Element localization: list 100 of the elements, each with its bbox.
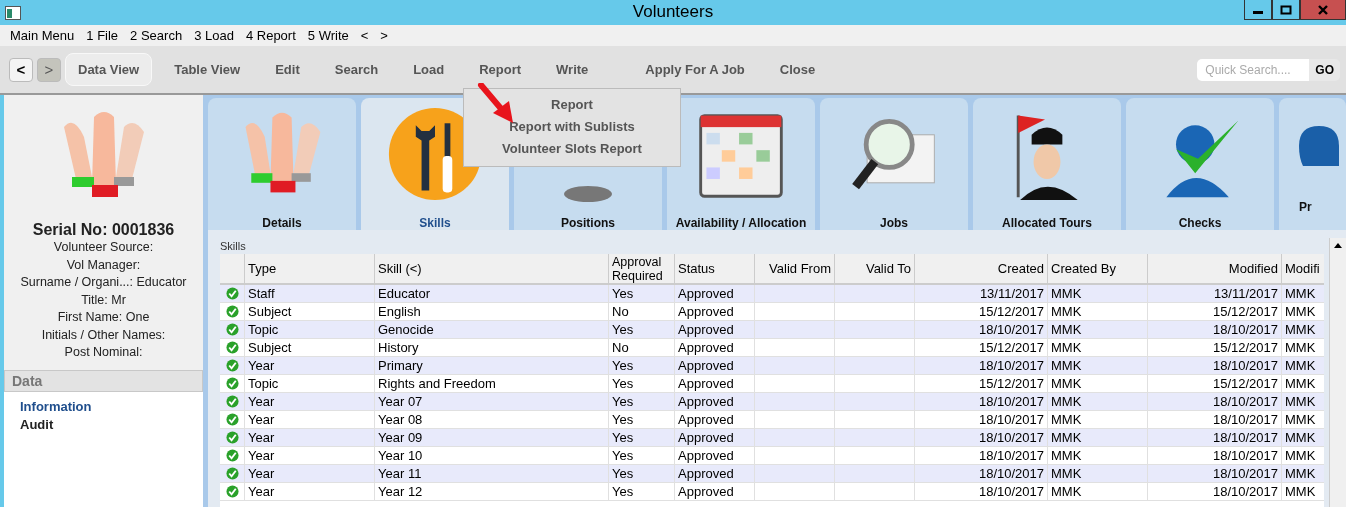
table-cell: MMK — [1285, 322, 1316, 337]
profile-field: Title: Mr — [81, 291, 126, 309]
table-cell: MMK — [1285, 358, 1316, 373]
table-cell: Approved — [678, 304, 734, 319]
table-cell: Year — [248, 412, 275, 427]
table-cell: Year 07 — [378, 394, 423, 409]
table-cell: MMK — [1285, 430, 1316, 445]
table-cell: Year 12 — [378, 484, 423, 499]
table-cell: Genocide — [378, 322, 434, 337]
table-cell: Approved — [678, 394, 734, 409]
table-cell: Year — [248, 358, 275, 373]
table-cell: MMK — [1051, 322, 1082, 337]
table-cell: 15/12/2017 — [978, 304, 1044, 319]
table-cell: Yes — [612, 466, 634, 481]
table-cell: Year 11 — [378, 466, 422, 481]
table-cell: 15/12/2017 — [1212, 304, 1278, 319]
table-cell: 15/12/2017 — [978, 376, 1044, 391]
table-cell: No — [612, 340, 629, 355]
table-cell: Year — [248, 484, 275, 499]
table-cell: Year — [248, 430, 275, 445]
table-cell: Year 10 — [378, 448, 423, 463]
table-cell: MMK — [1051, 466, 1082, 481]
table-cell: 18/10/2017 — [1212, 484, 1278, 499]
table-cell: MMK — [1051, 394, 1082, 409]
table-cell: MMK — [1285, 340, 1316, 355]
table-cell: Yes — [612, 448, 634, 463]
table-cell: No — [612, 304, 629, 319]
table-cell: 18/10/2017 — [978, 358, 1044, 373]
table-cell: Educator — [378, 286, 431, 301]
table-cell: 18/10/2017 — [1212, 412, 1278, 427]
table-cell: 18/10/2017 — [978, 484, 1044, 499]
table-cell: Approved — [678, 412, 734, 427]
table-cell: 18/10/2017 — [1212, 322, 1278, 337]
table-cell: MMK — [1051, 430, 1082, 445]
table-cell: Approved — [678, 322, 734, 337]
table-cell: Primary — [378, 358, 423, 373]
table-cell: MMK — [1285, 484, 1316, 499]
table-cell: MMK — [1285, 286, 1316, 301]
table-cell: Staff — [248, 286, 275, 301]
table-cell: Approved — [678, 466, 734, 481]
serial-number: Serial No: 0001836 — [32, 221, 175, 239]
table-cell: MMK — [1285, 394, 1316, 409]
table-cell: Rights and Freedom — [378, 376, 496, 391]
table-cell: Yes — [612, 322, 634, 337]
table-cell: MMK — [1285, 304, 1316, 319]
table-cell: Year — [248, 466, 275, 481]
table-cell: MMK — [1051, 358, 1082, 373]
table-cell: MMK — [1285, 466, 1316, 481]
table-cell: Year 09 — [378, 430, 423, 445]
table-cell: 15/12/2017 — [978, 340, 1044, 355]
table-cell: Yes — [612, 430, 634, 445]
profile-field: Volunteer Source: — [53, 239, 154, 257]
table-cell: 18/10/2017 — [1212, 394, 1278, 409]
table-cell: 18/10/2017 — [978, 412, 1044, 427]
table-cell: 13/11/2017 — [979, 286, 1044, 301]
table-cell: Topic — [248, 322, 279, 337]
table-cell: 18/10/2017 — [978, 430, 1044, 445]
table-cell: MMK — [1285, 412, 1316, 427]
table-cell: MMK — [1051, 484, 1082, 499]
table-cell: Yes — [612, 376, 634, 391]
table-cell: Approved — [678, 340, 734, 355]
table-cell: Approved — [678, 430, 734, 445]
table-cell: Approved — [678, 358, 734, 373]
table-cell: Yes — [612, 484, 634, 499]
table-cell: Subject — [248, 304, 292, 319]
table-cell: MMK — [1285, 448, 1316, 463]
table-cell: 18/10/2017 — [978, 466, 1044, 481]
table-cell: MMK — [1051, 340, 1082, 355]
profile-field: Post Nominal: — [64, 344, 143, 362]
profile-field: First Name: One — [57, 309, 150, 327]
data-panel-header: Data — [4, 370, 203, 392]
table-cell: Approved — [678, 286, 734, 301]
table-cell: MMK — [1051, 412, 1082, 427]
table-cell: Yes — [612, 358, 634, 373]
table-cell: Yes — [612, 394, 634, 409]
table-cell: 15/12/2017 — [1212, 340, 1278, 355]
table-cell: Yes — [612, 286, 634, 301]
table-cell: Yes — [612, 412, 634, 427]
table-title: Skills — [220, 240, 246, 254]
table-cell: 18/10/2017 — [1212, 448, 1278, 463]
profile-field: Vol Manager: — [66, 256, 141, 274]
table-cell: History — [378, 340, 419, 355]
profile-field: Initials / Other Names: — [41, 326, 166, 344]
table-cell: 18/10/2017 — [978, 322, 1044, 337]
table-cell: 18/10/2017 — [1212, 466, 1278, 481]
table-cell: Approved — [678, 484, 734, 499]
window-title: Volunteers — [632, 2, 714, 22]
table-cell: MMK — [1051, 448, 1082, 463]
table-cell: Approved — [678, 448, 734, 463]
table-cell: Topic — [248, 376, 279, 391]
table-cell: Year 08 — [378, 412, 423, 427]
table-cell: MMK — [1051, 376, 1082, 391]
table-cell: 15/12/2017 — [1212, 376, 1278, 391]
table-cell: Year — [248, 448, 275, 463]
table-cell: MMK — [1051, 286, 1082, 301]
table-cell: Year — [248, 394, 275, 409]
table-cell: 18/10/2017 — [1212, 358, 1278, 373]
table-cell: 13/11/2017 — [1213, 286, 1278, 301]
profile-field: Surname / Organi...: Educator — [20, 274, 187, 292]
table-cell: MMK — [1051, 304, 1082, 319]
